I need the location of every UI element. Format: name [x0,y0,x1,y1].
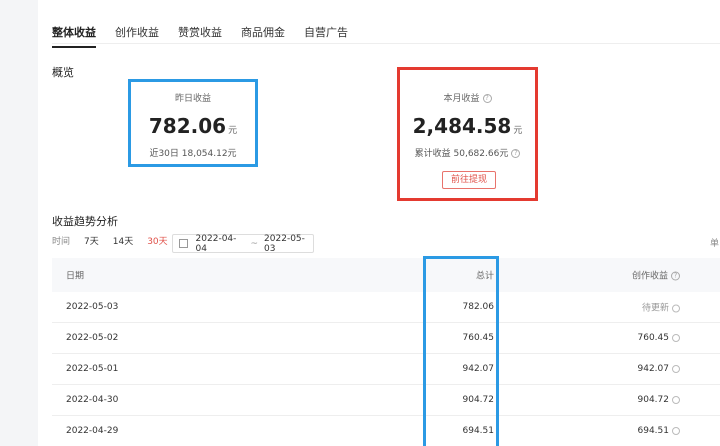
date-end: 2022-05-03 [264,233,305,254]
help-icon[interactable]: ? [482,94,492,103]
table-row: 2022-04-30 904.72 904.72 [52,385,720,416]
table-row: 2022-05-03 782.06 待更新 [52,292,720,323]
time-label: 时间 [52,237,71,247]
row-create-value: 942.07 [637,364,670,374]
tab-appreciation[interactable]: 赞赏收益 [178,24,222,48]
tab-ads[interactable]: 自营广告 [304,24,348,48]
earnings-table: 日期 总计 创作收益? 2022-05-03 782.06 待更新 2022-0… [52,258,720,446]
table-header: 日期 总计 创作收益? [52,258,720,292]
overview-title: 概览 [52,66,74,79]
row-date: 2022-04-29 [66,426,119,436]
tab-bar: 整体收益 创作收益 赞赏收益 商品佣金 自营广告 [52,24,367,48]
option-7-days[interactable]: 7天 [84,234,99,247]
info-icon[interactable] [672,395,680,404]
table-row: 2022-04-29 694.51 694.51 [52,416,720,446]
header-create-label: 创作收益 [631,271,668,282]
month-card: 本月收益? 2,484.58 元 累计收益 50,682.66元? [397,91,538,159]
info-icon[interactable] [672,426,680,435]
highlight-box-total [423,256,499,446]
date-start: 2022-04-04 [195,233,237,254]
month-label: 本月收益 [443,94,480,104]
row-create-value: 694.51 [637,426,670,436]
month-value: 2,484.58 [412,114,512,138]
yesterday-card: 昨日收益 782.06 元 近30日 18,054.12元 [128,91,258,159]
calendar-icon [179,239,188,248]
clipped-text: 单 [710,239,720,249]
yesterday-label: 昨日收益 [174,94,211,104]
row-create-value: 760.45 [637,333,670,343]
yesterday-value: 782.06 [148,114,227,138]
yesterday-unit: 元 [228,126,238,136]
yesterday-value-row: 782.06 元 [128,114,258,138]
row-date: 2022-05-02 [66,333,119,343]
date-range-picker[interactable]: 2022-04-04 ~ 2022-05-03 [172,233,314,254]
yesterday-30day: 近30日 18,054.12元 [149,149,237,159]
row-date: 2022-05-03 [66,302,119,312]
option-14-days[interactable]: 14天 [113,234,133,247]
month-unit: 元 [513,126,523,136]
tab-overall[interactable]: 整体收益 [52,24,96,48]
table-row: 2022-05-02 760.45 760.45 [52,323,720,354]
time-filter: 时间 7天 14天 30天 [52,234,182,247]
month-total-row: 累计收益 50,682.66元? [397,146,538,159]
month-label-row: 本月收益? [397,91,538,104]
header-create: 创作收益? [632,269,680,282]
row-date: 2022-05-01 [66,364,119,374]
withdraw-button[interactable]: 前往提现 [442,171,496,189]
row-create-value: 待更新 [641,303,669,314]
row-create: 694.51 [637,426,680,436]
row-create: 942.07 [637,364,680,374]
option-30-days[interactable]: 30天 [147,234,167,247]
header-date: 日期 [66,271,85,282]
info-icon[interactable] [672,333,680,342]
help-icon[interactable]: ? [671,271,680,281]
month-value-row: 2,484.58 元 [397,114,538,138]
tab-commission[interactable]: 商品佣金 [241,24,285,48]
row-create: 待更新 [642,301,680,314]
tab-creation[interactable]: 创作收益 [115,24,159,48]
table-row: 2022-05-01 942.07 942.07 [52,354,720,385]
row-create-value: 904.72 [637,395,670,405]
info-icon[interactable] [672,364,680,373]
info-icon[interactable] [672,304,680,312]
row-create: 904.72 [637,395,680,405]
help-icon[interactable]: ? [511,149,521,158]
tabs-divider [52,43,720,44]
trend-title: 收益趋势分析 [52,215,118,228]
date-separator: ~ [250,238,259,249]
row-date: 2022-04-30 [66,395,119,405]
month-total: 累计收益 50,682.66元 [414,149,509,159]
row-create: 760.45 [637,333,680,343]
